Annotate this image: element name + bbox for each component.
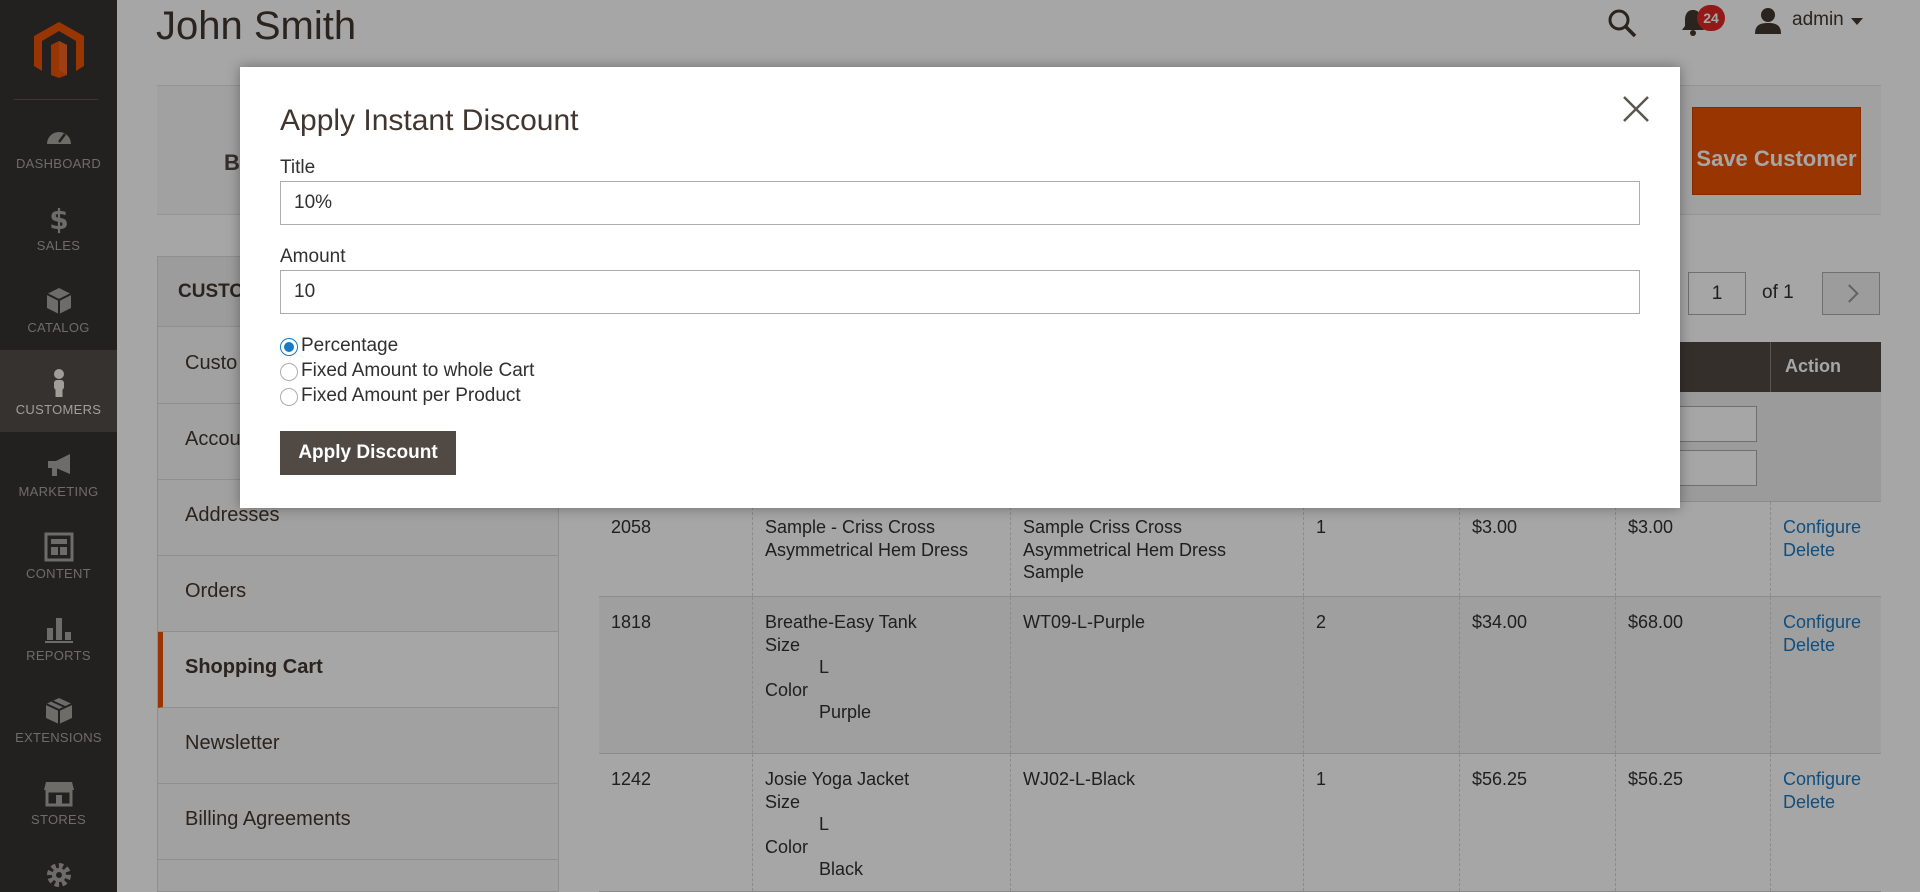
amount-field-label: Amount (280, 246, 346, 267)
amount-field[interactable] (280, 270, 1640, 314)
title-field-label: Title (280, 157, 316, 178)
apply-discount-button[interactable]: Apply Discount (280, 431, 456, 475)
title-field[interactable] (280, 181, 1640, 225)
modal-title: Apply Instant Discount (280, 104, 579, 137)
apply-discount-modal: Apply Instant Discount Title Amount Perc… (240, 67, 1680, 508)
close-icon[interactable] (1616, 89, 1656, 129)
radio-label: Fixed Amount to whole Cart (301, 360, 535, 381)
radio-button[interactable] (280, 388, 298, 406)
radio-button[interactable] (280, 338, 298, 356)
radio-button[interactable] (280, 363, 298, 381)
radio-label: Fixed Amount per Product (301, 385, 521, 406)
radio-label: Percentage (301, 335, 399, 356)
